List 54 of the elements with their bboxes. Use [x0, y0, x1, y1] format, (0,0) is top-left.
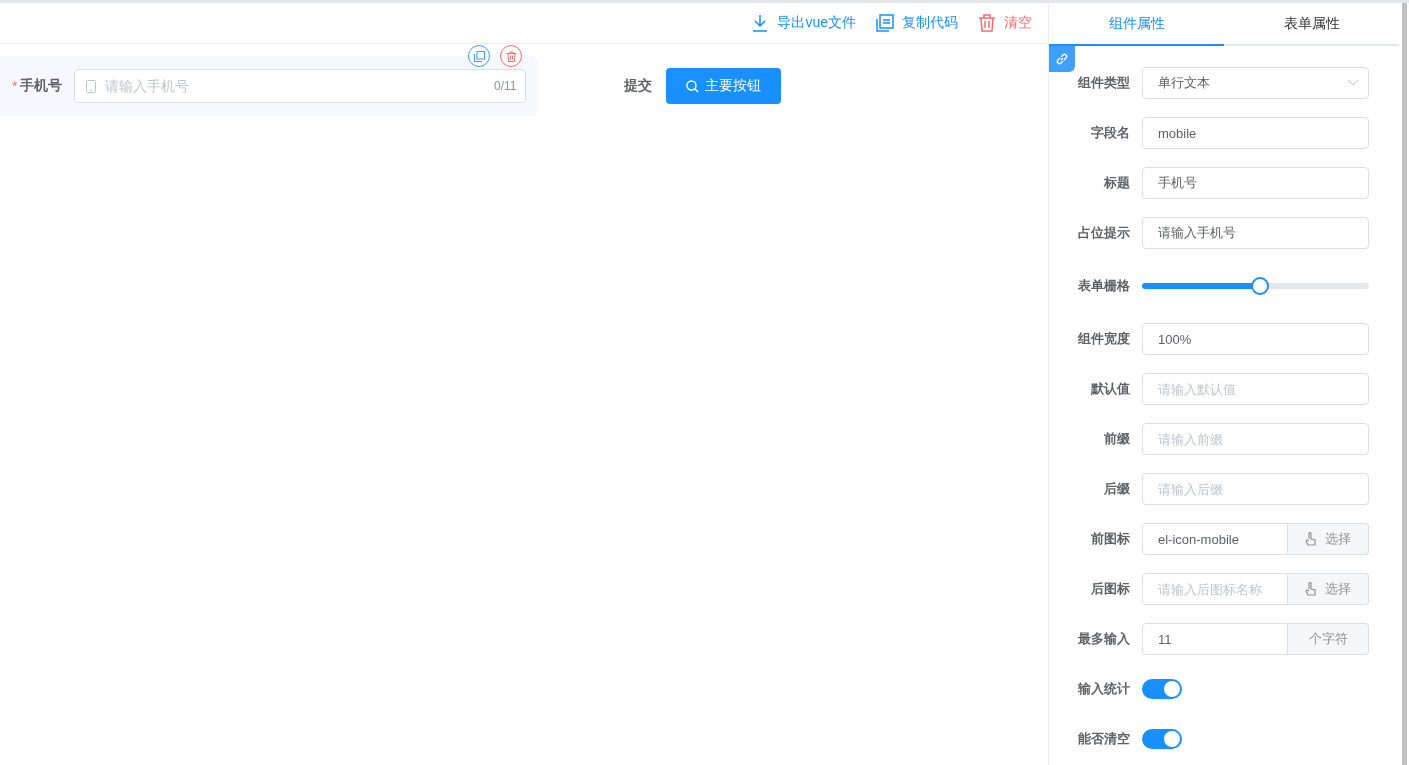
input-field[interactable]: 请输入前缀 [1142, 423, 1369, 455]
property-label: 能否清空 [1077, 730, 1131, 748]
download-icon [751, 14, 770, 32]
mobile-icon [86, 79, 97, 93]
delete-button[interactable] [500, 45, 522, 67]
property-label: 输入统计 [1077, 680, 1131, 698]
select-button[interactable]: 选择 [1288, 573, 1369, 605]
property-label: 占位提示 [1077, 224, 1131, 242]
input-field[interactable]: 手机号 [1142, 167, 1369, 199]
slider-thumb[interactable] [1251, 277, 1270, 295]
input-suffix: 个字符 [1288, 623, 1369, 655]
property-label: 前图标 [1090, 530, 1131, 548]
character-counter: 0/11 [494, 79, 517, 93]
slider[interactable] [1142, 277, 1369, 295]
submit-label: 提交 [624, 77, 652, 95]
input-field[interactable]: 100% [1142, 323, 1369, 355]
copy-icon [473, 50, 485, 62]
copy-button[interactable] [468, 45, 490, 67]
property-label: 默认值 [1089, 380, 1131, 398]
primary-button[interactable]: 主要按钮 [666, 68, 781, 104]
required-mark: * [12, 78, 18, 94]
toolbar-button[interactable]: 导出vue文件 [751, 14, 856, 32]
input-field[interactable]: mobile [1142, 117, 1369, 149]
property-label: 表单栅格 [1077, 277, 1131, 295]
input-field[interactable]: 请输入默认值 [1142, 373, 1369, 405]
field-label: 手机号 [20, 77, 63, 95]
select-field[interactable]: 单行文本 [1142, 67, 1369, 99]
chevron-down-icon [1347, 79, 1359, 87]
form-item[interactable]: * 手机号 请输入手机号 0/11 [0, 56, 538, 116]
input-field[interactable]: el-icon-mobile [1142, 523, 1288, 555]
toolbar-button[interactable]: 复制代码 [876, 14, 958, 32]
select-button[interactable]: 选择 [1288, 523, 1369, 555]
search-icon [686, 79, 699, 93]
copy-icon [876, 14, 894, 32]
property-label: 组件类型 [1077, 74, 1131, 92]
input-field[interactable]: 11 [1142, 623, 1288, 655]
link-badge[interactable] [1049, 46, 1075, 72]
property-label: 前缀 [1103, 430, 1131, 448]
property-label: 后缀 [1103, 480, 1131, 498]
toggle-switch[interactable] [1142, 679, 1182, 699]
trash-icon [505, 50, 517, 62]
property-label: 后图标 [1090, 580, 1131, 598]
input-field[interactable]: 请输入后图标名称 [1142, 573, 1288, 605]
property-label: 组件宽度 [1077, 330, 1131, 348]
tab[interactable]: 表单属性 [1224, 3, 1399, 46]
property-label: 最多输入 [1077, 630, 1131, 648]
input-field[interactable]: 请输入手机号 [1142, 217, 1369, 249]
property-label: 标题 [1103, 174, 1131, 192]
input-field[interactable]: 请输入后缀 [1142, 473, 1369, 505]
toggle-switch[interactable] [1142, 729, 1182, 749]
scrollbar[interactable] [1399, 3, 1409, 765]
trash-icon [978, 14, 996, 32]
property-label: 字段名 [1090, 124, 1131, 142]
link-icon [1055, 52, 1069, 66]
